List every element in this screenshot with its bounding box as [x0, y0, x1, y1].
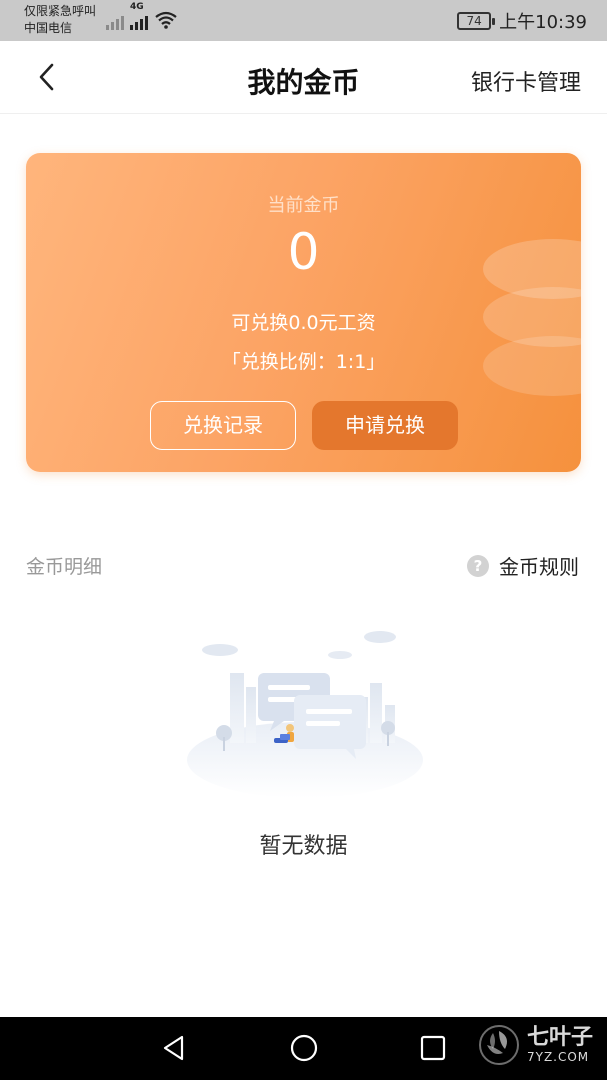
nav-back-icon[interactable]: [157, 1031, 191, 1065]
status-right: 74 上午10:39: [457, 8, 587, 34]
bank-card-manage-link[interactable]: 银行卡管理: [471, 65, 581, 97]
empty-state-text: 暂无数据: [259, 834, 348, 859]
signal-sim1-icon: [106, 12, 124, 30]
status-bar: 仅限紧急呼叫 中国电信 4G 74 上午10:39: [0, 0, 607, 41]
signal-icons: 4G: [106, 3, 178, 30]
carrier-name: 中国电信: [24, 21, 73, 35]
coin-label: 当前金币: [267, 195, 340, 216]
emergency-text: 仅限紧急呼叫: [24, 4, 97, 18]
coin-value: 0: [287, 223, 320, 281]
exchangeable-amount: 可兑换0.0元工资: [231, 312, 376, 334]
system-nav-bar: 七叶子 7YZ.COM: [0, 1017, 607, 1080]
empty-state-illustration: [187, 631, 423, 798]
coin-balance-card: 当前金币 0 可兑换0.0元工资 「兑换比例：1:1」 兑换记录 申请兑换: [26, 153, 581, 472]
battery-icon: 74: [457, 12, 496, 30]
apply-exchange-button[interactable]: 申请兑换: [312, 401, 458, 450]
help-circle-icon: ?: [467, 554, 489, 577]
watermark-domain: 7YZ.COM: [526, 1050, 590, 1064]
nav-home-icon[interactable]: [287, 1031, 321, 1065]
exchange-ratio: 「兑换比例：1:1」: [221, 351, 386, 373]
carrier-info: 仅限紧急呼叫 中国电信: [24, 3, 96, 37]
coin-detail-title: 金币明细: [26, 556, 103, 578]
clock: 上午10:39: [499, 12, 587, 33]
signal-sim2-group: 4G: [130, 3, 148, 30]
exchange-history-button[interactable]: 兑换记录: [150, 401, 296, 450]
coin-rules-label: 金币规则: [499, 555, 579, 579]
signal-sim2-icon: [130, 12, 148, 30]
watermark-text: 七叶子 7YZ.COM: [526, 1025, 593, 1065]
nav-recents-icon[interactable]: [416, 1031, 450, 1065]
coin-rules-link[interactable]: ? 金币规则: [467, 551, 579, 580]
watermark: 七叶子 7YZ.COM: [477, 1023, 593, 1067]
wifi-icon: [155, 11, 177, 29]
nav-bar: 我的金币 银行卡管理: [0, 41, 607, 114]
network-type: 4G: [130, 2, 144, 12]
leaf-logo-icon: [478, 1025, 519, 1065]
watermark-name: 七叶子: [526, 1025, 593, 1050]
